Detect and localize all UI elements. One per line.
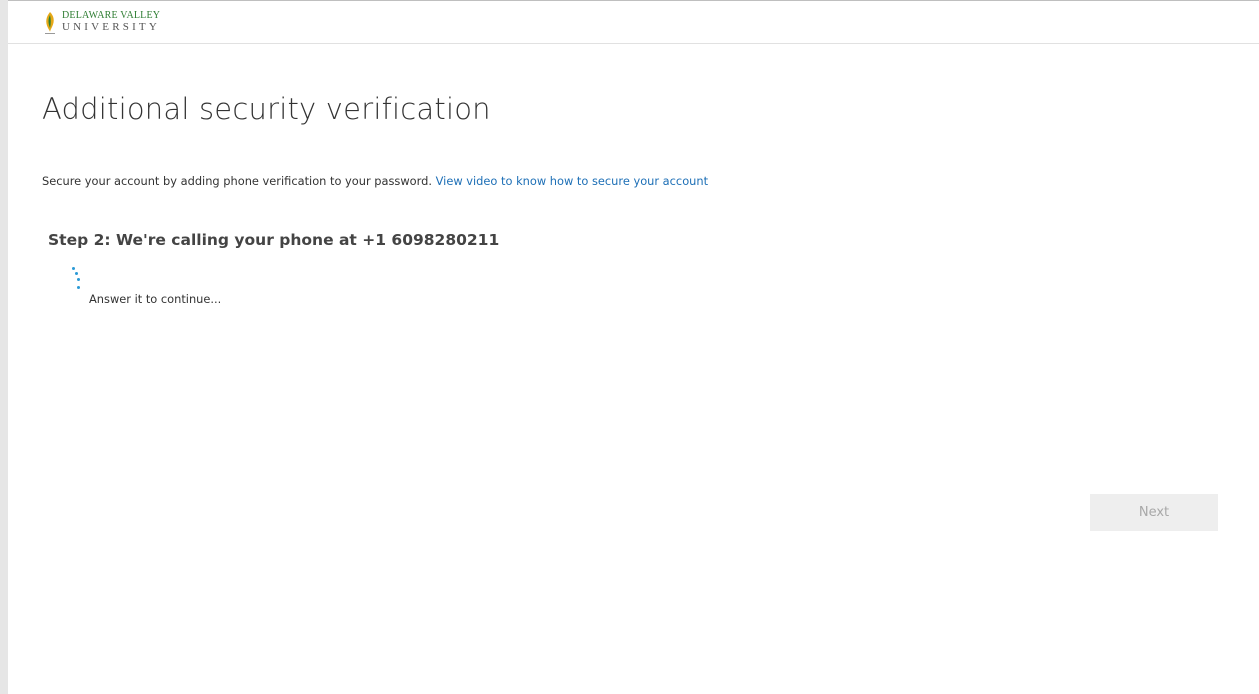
spinner-dot xyxy=(77,278,80,281)
intro-text: Secure your account by adding phone veri… xyxy=(42,174,432,188)
header-bar: DELAWARE VALLEY UNIVERSITY xyxy=(8,1,1259,44)
university-logo: DELAWARE VALLEY UNIVERSITY xyxy=(44,11,160,37)
logo-text: DELAWARE VALLEY UNIVERSITY xyxy=(62,11,160,33)
logo-line-1: DELAWARE VALLEY xyxy=(62,10,161,21)
logo-line-2: UNIVERSITY xyxy=(62,21,160,33)
spinner-dot xyxy=(72,267,75,270)
status-text: Answer it to continue... xyxy=(89,292,222,306)
intro-paragraph: Secure your account by adding phone veri… xyxy=(42,174,708,188)
page-title: Additional security verification xyxy=(42,92,491,126)
leaf-flame-icon xyxy=(44,11,56,35)
left-edge-strip xyxy=(0,0,8,694)
step-heading: Step 2: We're calling your phone at +1 6… xyxy=(48,231,500,249)
next-button[interactable]: Next xyxy=(1090,494,1218,531)
loading-spinner-icon xyxy=(70,265,86,295)
spinner-dot xyxy=(77,286,80,289)
view-video-link[interactable]: View video to know how to secure your ac… xyxy=(436,174,708,188)
spinner-dot xyxy=(75,272,78,275)
